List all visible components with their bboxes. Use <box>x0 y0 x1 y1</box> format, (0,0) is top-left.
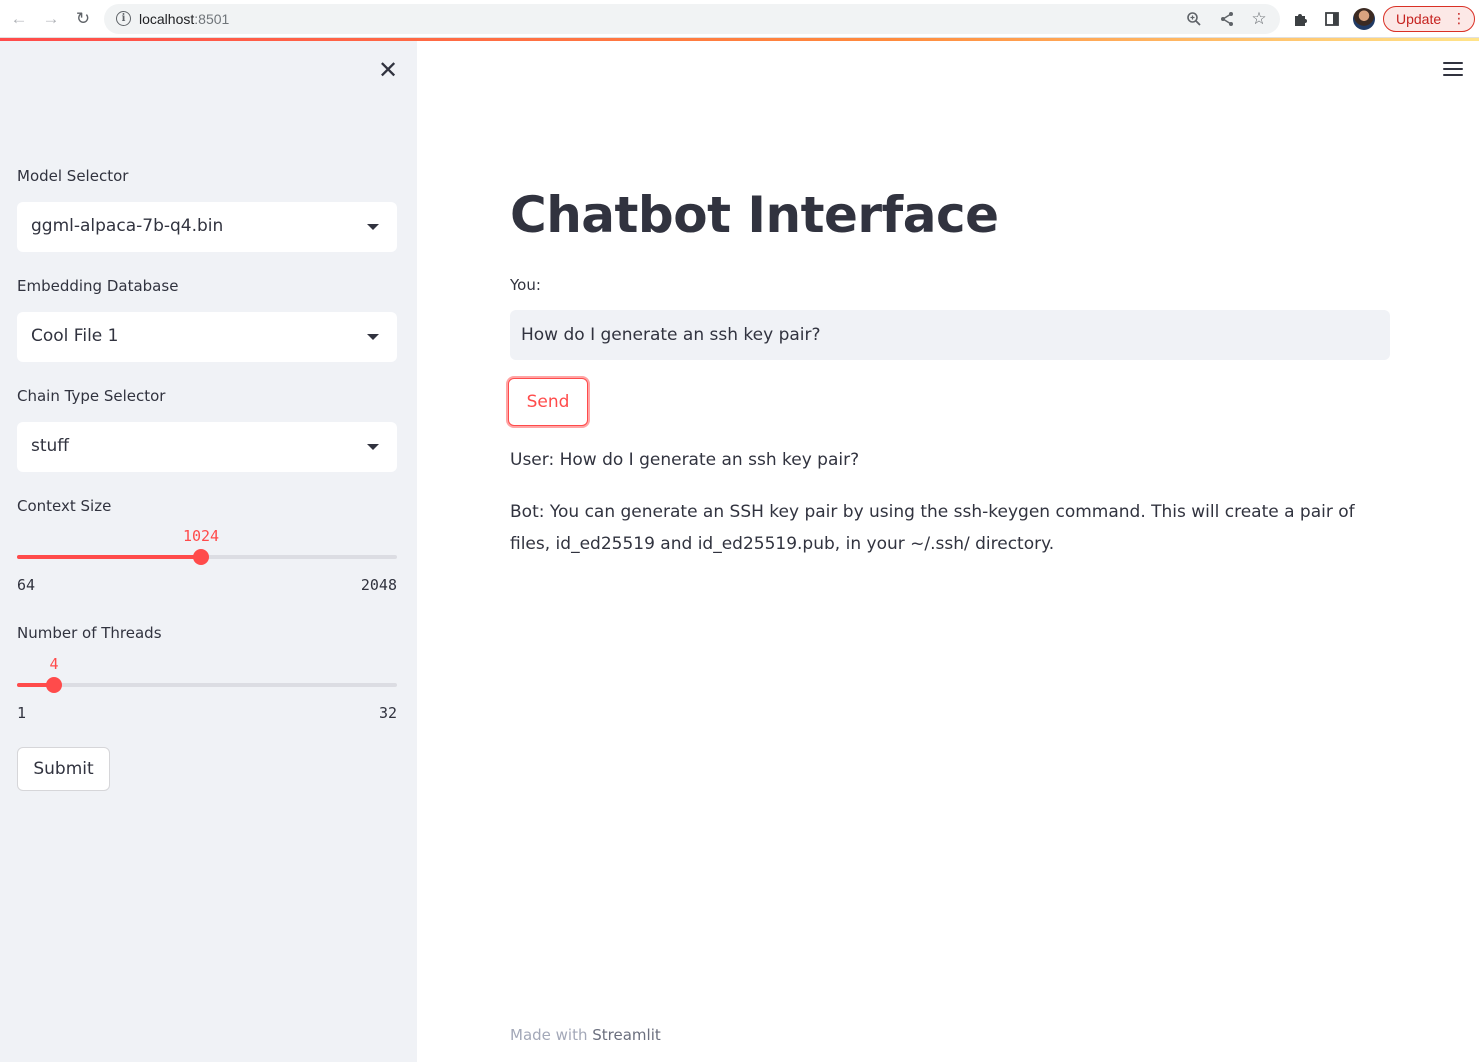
update-button[interactable]: Update ⋮ <box>1383 6 1475 32</box>
sidebar: ✕ Model Selector ggml-alpaca-7b-q4.bin E… <box>0 41 417 1062</box>
embedding-database-selector[interactable]: Cool File 1 <box>17 312 397 362</box>
send-button[interactable]: Send <box>508 378 588 426</box>
chain-type-selector[interactable]: stuff <box>17 422 397 472</box>
profile-avatar[interactable] <box>1353 8 1375 30</box>
streamlit-link[interactable]: Streamlit <box>592 1026 661 1044</box>
share-icon[interactable] <box>1217 9 1237 29</box>
info-icon[interactable]: i <box>116 11 131 26</box>
reload-icon[interactable]: ↻ <box>71 7 95 31</box>
zoom-icon[interactable] <box>1184 9 1204 29</box>
context-size-label: Context Size <box>17 497 112 515</box>
chat-input[interactable] <box>510 310 1390 360</box>
extensions-icon[interactable] <box>1289 8 1311 30</box>
number-of-threads-label: Number of Threads <box>17 624 162 642</box>
user-message: User: How do I generate an ssh key pair? <box>510 450 860 470</box>
context-size-slider-thumb[interactable] <box>193 549 209 565</box>
chat-input-label: You: <box>510 276 541 294</box>
model-selector-value: ggml-alpaca-7b-q4.bin <box>31 216 224 236</box>
chain-type-selector-value: stuff <box>31 436 70 456</box>
chevron-down-icon <box>367 224 379 230</box>
update-label: Update <box>1396 11 1442 27</box>
page-title: Chatbot Interface <box>510 186 999 244</box>
bot-message: Bot: You can generate an SSH key pair by… <box>510 502 1355 554</box>
address-bar[interactable]: i localhost:8501 ☆ <box>104 4 1280 34</box>
number-of-threads-value: 4 <box>49 655 59 673</box>
hamburger-menu-icon[interactable] <box>1443 62 1463 78</box>
number-of-threads-min: 1 <box>17 704 27 722</box>
model-selector[interactable]: ggml-alpaca-7b-q4.bin <box>17 202 397 252</box>
number-of-threads-slider-thumb[interactable] <box>46 677 62 693</box>
embedding-database-value: Cool File 1 <box>31 326 119 346</box>
context-size-value: 1024 <box>182 527 220 545</box>
submit-button[interactable]: Submit <box>17 747 110 791</box>
browser-toolbar: ← → ↻ i localhost:8501 ☆ Update ⋮ <box>0 0 1479 38</box>
url-host: localhost <box>139 11 195 27</box>
context-size-min: 64 <box>17 576 36 594</box>
model-selector-label: Model Selector <box>17 167 129 185</box>
number-of-threads-max: 32 <box>378 704 397 722</box>
context-size-slider[interactable] <box>17 549 397 565</box>
chain-type-selector-label: Chain Type Selector <box>17 387 166 405</box>
footer-prefix: Made with <box>510 1026 593 1044</box>
side-panel-icon[interactable] <box>1321 8 1343 30</box>
number-of-threads-slider[interactable] <box>17 677 397 693</box>
url-port: :8501 <box>194 11 230 27</box>
url-text[interactable]: localhost:8501 <box>139 11 229 27</box>
chevron-down-icon <box>367 444 379 450</box>
back-arrow-icon[interactable]: ← <box>7 7 31 31</box>
context-size-max: 2048 <box>360 576 397 594</box>
forward-arrow-icon[interactable]: → <box>39 7 63 31</box>
close-icon[interactable]: ✕ <box>376 59 400 83</box>
context-size-slider-fill <box>17 555 201 559</box>
embedding-database-label: Embedding Database <box>17 277 179 295</box>
chevron-down-icon <box>367 334 379 340</box>
footer: Made with Streamlit <box>510 1026 661 1044</box>
more-options-icon[interactable]: ⋮ <box>1452 10 1466 27</box>
star-icon[interactable]: ☆ <box>1249 9 1269 29</box>
